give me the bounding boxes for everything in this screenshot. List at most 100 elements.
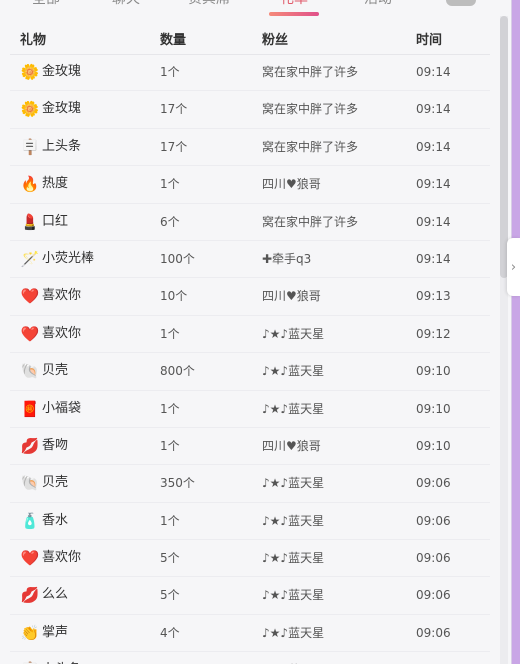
fan-name: 四川♥狼哥 [262,289,321,304]
fan-name: ♪★♪蓝天星 [262,326,325,341]
gift-cell: 🐚 贝壳 [20,353,68,389]
fan-name: 四川♥狼哥 [262,438,321,453]
fan-name: 窝在家中胖了许多 [262,214,359,229]
gift-cell: 🌼 金玫瑰 [20,54,81,90]
table-row: 🪄 小荧光棒 100个 ✚牵手q3 09:14 [10,241,490,279]
gift-quantity: 1个 [160,326,180,341]
lips-icon: 💋 [20,436,40,455]
tab-gift-list[interactable]: 礼单 [280,0,308,9]
gift-name: 喜欢你 [42,550,82,566]
table-row: 🪧 上头条 17个 窝在家中胖了许多 09:14 [10,129,490,167]
shell-icon: 🐚 [20,362,40,381]
gift-quantity: 6个 [160,214,180,229]
gift-cell: 🧴 香水 [20,503,68,539]
gift-time: 09:10 [416,401,451,416]
gift-quantity: 10个 [160,289,188,304]
heart-icon: ❤️ [20,287,40,306]
gift-quantity: 1个 [160,177,180,192]
gift-time: 09:05 [416,652,451,664]
gift-name: 贝壳 [42,475,69,491]
fan-name: ♪★♪蓝天星 [262,625,325,640]
gift-time: 09:14 [416,177,451,192]
fan-name: ♪★♪蓝天星 [262,652,324,664]
gift-quantity: 4个 [160,625,180,640]
gift-name: 口红 [42,213,69,229]
header-gift: 礼物 [20,33,47,48]
gift-quantity: 17个 [160,102,188,117]
gift-time: 09:14 [416,65,451,79]
header-fan: 粉丝 [262,33,289,48]
gift-time: 09:06 [416,625,451,640]
fan-name: ♪★♪蓝天星 [262,401,325,416]
gift-cell: 🪧上头条 [20,652,81,664]
scrollbar-thumb[interactable] [500,16,508,278]
gift-time: 09:10 [416,364,451,379]
gift-name: 金玫瑰 [42,64,82,79]
heart-icon: ❤️ [20,549,40,568]
table-row: ❤️ 喜欢你 5个 ♪★♪蓝天星 09:06 [10,540,490,578]
gift-quantity: 5个 [160,551,180,566]
fan-name: 窝在家中胖了许多 [262,139,359,154]
gift-cell: ❤️ 喜欢你 [20,316,81,352]
header-time: 时间 [416,33,443,48]
vertical-scrollbar[interactable] [500,16,508,664]
gift-cell: 🌼 金玫瑰 [20,91,81,127]
table-row: ❤️ 喜欢你 10个 四川♥狼哥 09:13 [10,278,490,316]
table-row: 🔥 热度 1个 四川♥狼哥 09:14 [10,166,490,204]
table-row: 💋 么么 5个 ♪★♪蓝天星 09:06 [10,577,490,615]
headline-sign-icon: 🪧 [20,660,40,664]
perfume-icon: 🧴 [20,511,40,530]
gift-cell: ❤️ 喜欢你 [20,278,81,314]
table-row: 🪧上头条 6个 ♪★♪蓝天星 09:05 [10,652,490,664]
side-expand-handle[interactable]: › [507,238,520,296]
gift-quantity: 1个 [160,513,180,528]
table-row: 🧧 小福袋 1个 ♪★♪蓝天星 09:10 [10,391,490,428]
tab-chat[interactable]: 聊天 [112,0,140,9]
fan-name: 窝在家中胖了许多 [262,102,359,117]
heart-icon: ❤️ [20,324,40,343]
tab-all[interactable]: 全部 [32,0,60,9]
gift-quantity: 1个 [160,438,180,453]
gift-time: 09:06 [416,551,451,566]
rose-icon: 🌼 [20,63,40,81]
gift-quantity: 1个 [160,65,180,79]
gift-cell: 🔥 热度 [20,166,68,202]
gift-cell: ❤️ 喜欢你 [20,540,81,576]
gift-cell: 🐚 贝壳 [20,465,68,501]
table-row: 💋 香吻 1个 四川♥狼哥 09:10 [10,428,490,466]
table-row: 🌼 金玫瑰 1个 窝在家中胖了许多 09:14 [10,54,490,92]
gift-cell: 💄 口红 [20,204,68,240]
gift-time: 09:06 [416,588,451,603]
gift-quantity: 100个 [160,251,195,266]
gift-cell: 💋 香吻 [20,428,68,464]
fan-name: ♪★♪蓝天星 [262,551,325,566]
gift-cell: 👏 掌声 [20,615,68,651]
gift-name: 掌声 [42,624,69,640]
table-row: ❤️ 喜欢你 1个 ♪★♪蓝天星 09:12 [10,316,490,354]
lucky-bag-icon: 🧧 [20,399,40,418]
gift-time: 09:14 [416,251,451,266]
gift-name: 喜欢你 [42,288,82,304]
header-quantity: 数量 [160,33,187,48]
shell-icon: 🐚 [20,474,40,493]
gift-time: 09:06 [416,476,451,491]
glowstick-icon: 🪄 [20,249,40,268]
fan-name: 四川♥狼哥 [262,177,321,192]
tab-vip[interactable]: 贵宾席 [188,0,230,9]
gift-time: 09:12 [416,326,451,341]
fan-name: 窝在家中胖了许多 [262,65,359,79]
gift-name: 香吻 [42,437,69,453]
gift-name: 金玫瑰 [42,101,82,117]
gift-name: 喜欢你 [42,325,82,341]
gift-cell: 🪄 小荧光棒 [20,241,94,277]
toggle-icon[interactable] [446,0,476,6]
fan-name: ✚牵手q3 [262,251,312,266]
applause-icon: 👏 [20,623,40,642]
gift-time: 09:14 [416,102,451,117]
gift-name: 上头条 [42,652,81,664]
table-row: 🐚 贝壳 350个 ♪★♪蓝天星 09:06 [10,465,490,503]
tab-activity[interactable]: 活动 [364,0,392,9]
tab-bar: 全部 聊天 贵宾席 礼单 活动 [0,0,511,16]
gift-quantity: 17个 [160,139,188,154]
headline-sign-icon: 🪧 [20,137,40,156]
